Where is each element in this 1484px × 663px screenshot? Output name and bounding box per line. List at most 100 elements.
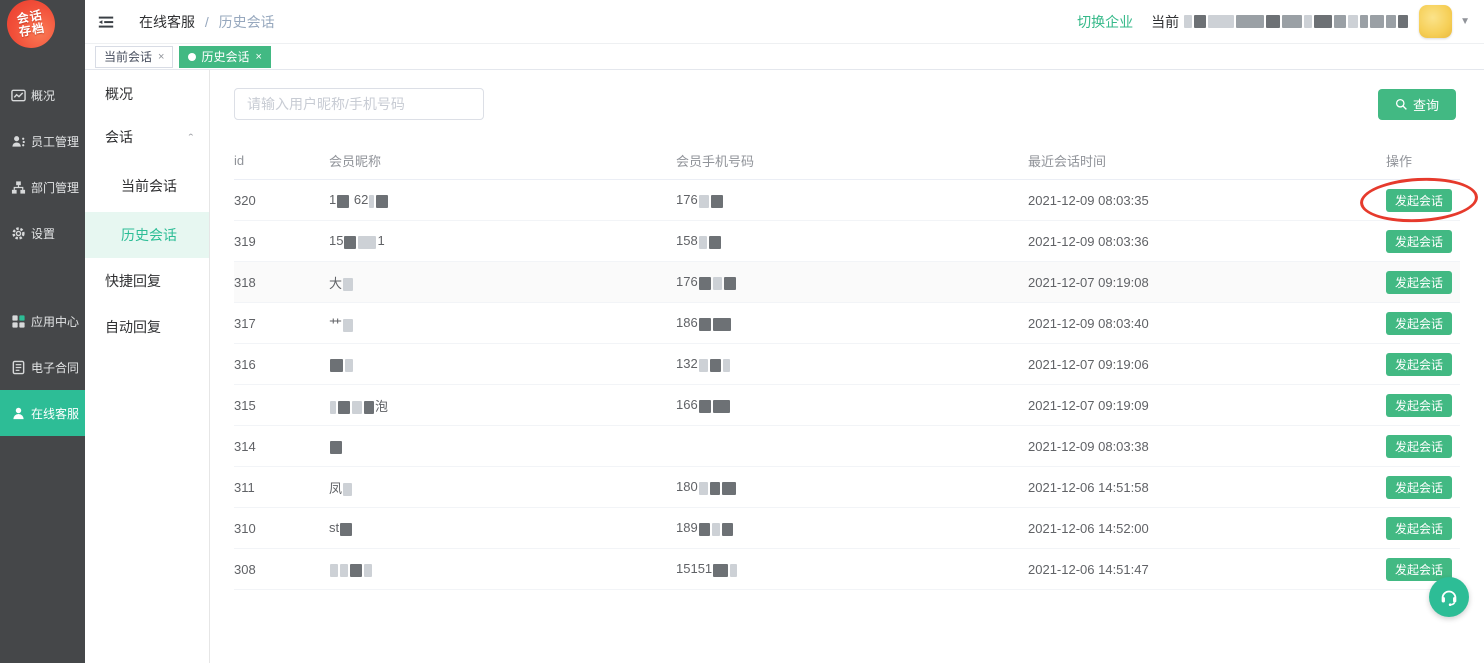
search-input[interactable]: [234, 88, 484, 120]
table-row: 3191511582021-12-09 08:03:36发起会话: [234, 221, 1460, 262]
redacted-block: [1386, 15, 1396, 28]
sidebar-item-gear[interactable]: 设置: [0, 210, 85, 256]
redacted-block: [1370, 15, 1384, 28]
sidebar-item-apps[interactable]: 应用中心: [0, 298, 85, 344]
cell-phone: 186: [676, 315, 1028, 330]
cell-id: 318: [234, 275, 329, 290]
active-dot: [188, 53, 196, 61]
redacted-block: [364, 564, 372, 577]
submenu-label: 概况: [105, 84, 133, 104]
breadcrumb-section[interactable]: 在线客服: [139, 14, 195, 30]
redacted-block: [1194, 15, 1206, 28]
sidebar-item-department[interactable]: 部门管理: [0, 164, 85, 210]
redacted-block: [710, 482, 720, 495]
visible-text: 1: [377, 233, 384, 248]
redacted-block: [1304, 15, 1312, 28]
sidebar-spacer: [0, 256, 85, 298]
submenu-item-自动回复[interactable]: 自动回复: [85, 304, 209, 350]
tab-label: 当前会话: [104, 48, 152, 65]
visible-text: 凤: [329, 481, 342, 496]
caret-down-icon[interactable]: ▼: [1460, 16, 1470, 27]
table-header: id会员昵称会员手机号码最近会话时间操作: [234, 142, 1460, 180]
switch-company-link[interactable]: 切换企业: [1077, 12, 1133, 32]
sessions-table: id会员昵称会员手机号码最近会话时间操作 3201 621762021-12-0…: [234, 142, 1460, 590]
start-session-button[interactable]: 发起会话: [1386, 435, 1452, 458]
customer-service-fab[interactable]: [1429, 577, 1469, 617]
collapse-sidebar-icon[interactable]: [95, 11, 117, 33]
sidebar-item-service[interactable]: 在线客服: [0, 390, 85, 436]
redacted-block: [711, 195, 723, 208]
redacted-block: [699, 195, 709, 208]
redacted-block: [340, 523, 352, 536]
start-session-button[interactable]: 发起会话: [1386, 476, 1452, 499]
table-row: 3201 621762021-12-09 08:03:35发起会话: [234, 180, 1460, 221]
column-header-2: 会员手机号码: [676, 151, 1028, 170]
cell-action: 发起会话: [1386, 189, 1460, 212]
gear-icon: [11, 226, 26, 241]
cell-action: 发起会话: [1386, 230, 1460, 253]
table-row: 317艹1862021-12-09 08:03:40发起会话: [234, 303, 1460, 344]
redacted-block: [710, 359, 721, 372]
visible-text: 189: [676, 520, 698, 535]
app-logo[interactable]: 会话 存档: [3, 0, 59, 52]
tab-当前会话[interactable]: 当前会话 ×: [95, 46, 173, 68]
submenu-label: 快捷回复: [105, 271, 161, 291]
submenu-item-会话[interactable]: 会话⌃: [85, 114, 209, 160]
close-icon[interactable]: ×: [255, 51, 261, 63]
visible-text: 泡: [375, 399, 388, 414]
cell-id: 319: [234, 234, 329, 249]
user-avatar[interactable]: [1419, 5, 1452, 38]
close-icon[interactable]: ×: [158, 51, 164, 63]
submenu-item-快捷回复[interactable]: 快捷回复: [85, 258, 209, 304]
sidebar-item-staff[interactable]: 员工管理: [0, 118, 85, 164]
cell-phone: 158: [676, 233, 1028, 248]
submenu-item-概况[interactable]: 概况: [85, 74, 209, 114]
cell-id: 310: [234, 521, 329, 536]
submenu-item-历史会话[interactable]: 历史会话: [85, 212, 209, 258]
service-icon: [11, 406, 26, 421]
cell-nickname: [329, 356, 676, 371]
redacted-block: [699, 359, 708, 372]
start-session-button[interactable]: 发起会话: [1386, 312, 1452, 335]
redacted-block: [1184, 15, 1192, 28]
redacted-block: [1334, 15, 1346, 28]
primary-menu: 概况员工管理部门管理设置应用中心电子合同在线客服: [0, 72, 85, 436]
table-row: 318大1762021-12-07 09:19:08发起会话: [234, 262, 1460, 303]
redacted-block: [709, 236, 721, 249]
visible-text: 176: [676, 192, 698, 207]
start-session-button[interactable]: 发起会话: [1386, 189, 1452, 212]
visible-text: 艹: [329, 317, 342, 332]
submenu-item-当前会话[interactable]: 当前会话: [85, 160, 209, 212]
cell-time: 2021-12-07 09:19:06: [1028, 357, 1386, 372]
cell-action: 发起会话: [1386, 271, 1460, 294]
sidebar-item-chart[interactable]: 概况: [0, 72, 85, 118]
cell-action: 发起会话: [1386, 435, 1460, 458]
redacted-block: [713, 564, 728, 577]
tab-label: 历史会话: [201, 48, 249, 65]
redacted-block: [699, 318, 711, 331]
query-button[interactable]: 查询: [1378, 89, 1456, 120]
sidebar-item-contract[interactable]: 电子合同: [0, 344, 85, 390]
start-session-button[interactable]: 发起会话: [1386, 517, 1452, 540]
visible-text: 158: [676, 233, 698, 248]
redacted-block: [699, 277, 711, 290]
cell-action: 发起会话: [1386, 394, 1460, 417]
sidebar-item-label: 概况: [31, 87, 55, 104]
secondary-sidebar: 概况会话⌃当前会话历史会话快捷回复自动回复: [85, 70, 210, 663]
redacted-block: [352, 401, 362, 414]
table-row: 3142021-12-09 08:03:38发起会话: [234, 426, 1460, 467]
start-session-button[interactable]: 发起会话: [1386, 271, 1452, 294]
cell-nickname: st: [329, 520, 676, 535]
redacted-block: [1348, 15, 1358, 28]
tab-历史会话[interactable]: 历史会话 ×: [179, 46, 270, 68]
company-name-redacted: [1183, 15, 1409, 28]
redacted-block: [1236, 15, 1264, 28]
start-session-button[interactable]: 发起会话: [1386, 353, 1452, 376]
primary-sidebar: 会话 存档 概况员工管理部门管理设置应用中心电子合同在线客服: [0, 0, 85, 663]
start-session-button[interactable]: 发起会话: [1386, 230, 1452, 253]
start-session-button[interactable]: 发起会话: [1386, 394, 1452, 417]
sidebar-item-label: 电子合同: [31, 359, 79, 376]
cell-time: 2021-12-06 14:51:58: [1028, 480, 1386, 495]
redacted-block: [330, 441, 342, 454]
sidebar-item-label: 应用中心: [31, 313, 79, 330]
